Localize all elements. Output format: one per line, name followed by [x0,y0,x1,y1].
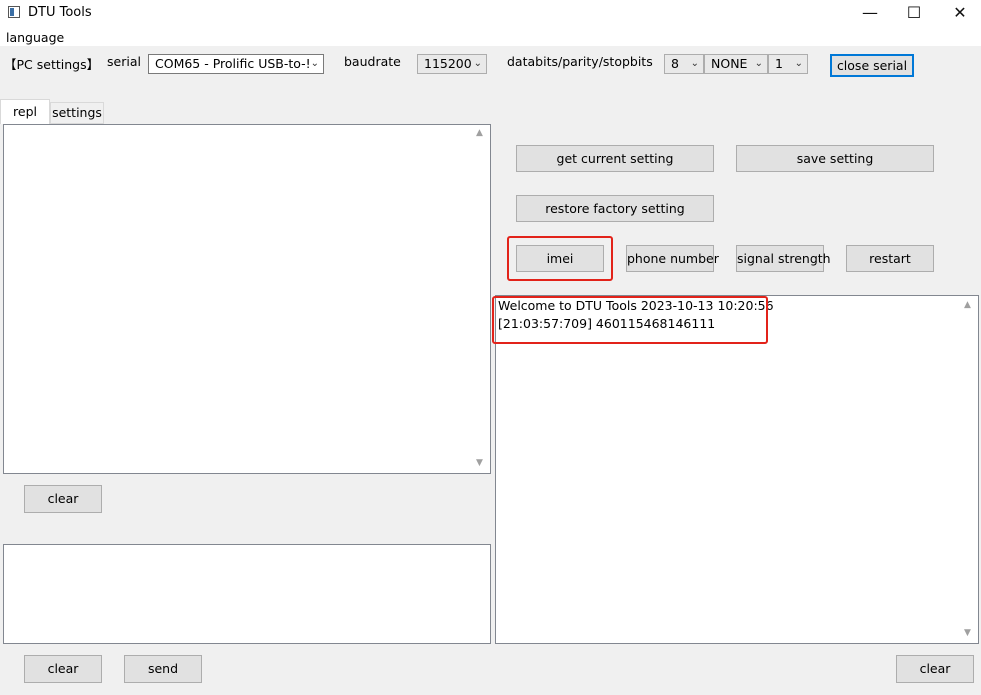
chevron-down-icon: ⌄ [690,58,699,69]
scroll-up-icon[interactable]: ▲ [476,128,483,138]
save-setting-button[interactable]: save setting [736,145,934,172]
chevron-down-icon: ⌄ [794,58,803,69]
title-bar [0,0,981,26]
baudrate-value: 115200 [424,56,472,71]
menu-bar [0,26,981,46]
tab-repl[interactable]: repl [0,99,50,124]
restore-factory-setting-button[interactable]: restore factory setting [516,195,714,222]
stopbits-select[interactable]: 1 ⌄ [768,54,808,74]
clear-log-button[interactable]: clear [896,655,974,683]
stopbits-value: 1 [775,56,783,71]
close-serial-button[interactable]: close serial [830,54,914,77]
phone-number-button[interactable]: phone number [626,245,719,272]
serial-value: COM65 - Prolific USB-to-! [155,56,311,71]
send-button[interactable]: send [124,655,202,683]
get-current-setting-button[interactable]: get current setting [516,145,714,172]
serial-select[interactable]: COM65 - Prolific USB-to-! ⌄ [148,54,324,74]
chevron-down-icon: ⌄ [310,58,319,69]
scroll-up-icon[interactable]: ▲ [964,300,971,310]
baudrate-label: baudrate [344,54,401,69]
databits-select[interactable]: 8 ⌄ [664,54,704,74]
signal-strength-button[interactable]: signal strength [736,245,831,272]
chevron-down-icon: ⌄ [473,58,482,69]
app-icon [8,6,20,18]
parity-value: NONE [711,56,748,71]
repl-input[interactable] [3,544,491,644]
repl-output[interactable] [3,124,491,474]
scroll-down-icon[interactable]: ▼ [476,458,483,468]
dps-label: databits/parity/stopbits [507,54,653,69]
tab-settings[interactable]: settings [50,102,104,124]
baudrate-select[interactable]: 115200 ⌄ [417,54,487,74]
log-output[interactable] [495,295,979,644]
imei-button[interactable]: imei [516,245,604,272]
log-highlight [492,296,768,344]
menu-language[interactable]: language [6,30,64,45]
maximize-icon[interactable]: ☐ [902,4,926,22]
restart-button[interactable]: restart [846,245,934,272]
chevron-down-icon: ⌄ [754,58,763,69]
clear-repl-button[interactable]: clear [24,485,102,513]
minimize-icon[interactable]: — [858,4,882,22]
window-title: DTU Tools [28,5,92,20]
databits-value: 8 [671,56,679,71]
parity-select[interactable]: NONE ⌄ [704,54,768,74]
serial-label: serial [107,54,141,69]
clear-input-button[interactable]: clear [24,655,102,683]
pc-settings-label: 【PC settings】 [4,57,100,72]
close-icon[interactable]: ✕ [948,4,972,22]
scroll-down-icon[interactable]: ▼ [964,628,971,638]
